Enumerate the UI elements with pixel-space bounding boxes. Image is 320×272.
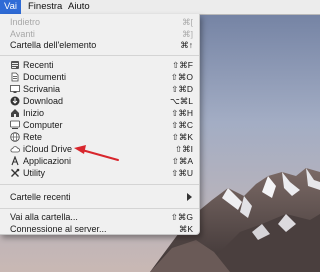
menu-item-home[interactable]: Inizio ⇧⌘H [0, 107, 199, 119]
menu-item-shortcut: ⌘K [178, 224, 193, 234]
menu-item-shortcut: ⇧⌘H [171, 108, 193, 118]
menu-item-label: Scrivania [23, 84, 61, 94]
menu-aiuto[interactable]: Aiuto [64, 0, 94, 14]
menu-separator [0, 55, 199, 56]
menu-item-label: Inizio [23, 108, 45, 118]
menu-item-desktop[interactable]: Scrivania ⇧⌘D [0, 83, 199, 95]
menu-item-shortcut: ⇧⌘G [170, 212, 193, 222]
menu-item-shortcut: ⌘↑ [180, 40, 193, 50]
menu-item-label: Cartelle recenti [10, 192, 71, 202]
documents-icon [11, 72, 19, 82]
menu-item-applications[interactable]: Applicazioni ⇧⌘A [0, 155, 199, 167]
menu-item-network[interactable]: Rete ⇧⌘K [0, 131, 199, 143]
menu-item-label: Computer [23, 120, 63, 130]
menu-item-label: Connessione al server... [10, 224, 107, 234]
downloads-icon [10, 96, 20, 106]
network-icon [10, 132, 20, 142]
go-menu-dropdown: Indietro ⌘[ Avanti ⌘] Cartella dell'elem… [0, 14, 200, 235]
menu-item-label: Cartella dell'elemento [10, 40, 97, 50]
desktop-icon [10, 85, 20, 93]
menu-item-recents[interactable]: Recenti ⇧⌘F [0, 59, 199, 71]
menu-item-icloud-drive[interactable]: iCloud Drive ⇧⌘I [0, 143, 199, 155]
menu-item-label: Rete [23, 132, 43, 142]
utilities-icon [11, 168, 20, 177]
menu-item-computer[interactable]: Computer ⇧⌘C [0, 119, 199, 131]
menu-item-shortcut: ⇧⌘D [171, 84, 193, 94]
menu-item-documents[interactable]: Documenti ⇧⌘O [0, 71, 199, 83]
menu-item-shortcut: ⇧⌘K [171, 132, 193, 142]
menu-finestra[interactable]: Finestra [24, 0, 66, 14]
menu-item-label: Documenti [23, 72, 67, 82]
submenu-arrow-icon [187, 193, 192, 201]
menu-item-shortcut: ⇧⌘I [175, 144, 193, 154]
menu-separator [0, 184, 199, 185]
menu-item-label: Vai alla cartella... [10, 212, 78, 222]
menu-vai[interactable]: Vai [0, 0, 22, 14]
menu-item-connect-server[interactable]: Connessione al server... ⌘K [0, 223, 199, 235]
menu-item-shortcut: ⇧⌘F [172, 60, 193, 70]
menu-item-recent-folders[interactable]: Cartelle recenti [0, 191, 199, 203]
menu-separator [0, 208, 199, 209]
menu-bar: Vai Finestra Aiuto [0, 0, 320, 15]
home-icon [11, 109, 19, 117]
menu-item-shortcut: ⇧⌘O [170, 72, 193, 82]
menu-item-label: Download [23, 96, 64, 106]
menu-item-shortcut: ⇧⌘C [171, 120, 193, 130]
menu-item-label: Utility [23, 168, 45, 178]
menu-item-shortcut: ⌘[ [182, 17, 193, 27]
menu-item-back[interactable]: Indietro ⌘[ [0, 16, 199, 28]
menu-item-label: Indietro [10, 17, 41, 27]
menu-item-label: Recenti [23, 60, 54, 70]
menu-item-go-to-folder[interactable]: Vai alla cartella... ⇧⌘G [0, 211, 199, 223]
recents-icon [11, 61, 19, 69]
icloud-icon [10, 146, 20, 153]
menu-item-shortcut: ⇧⌘A [171, 156, 193, 166]
computer-icon [10, 120, 20, 129]
applications-icon [11, 156, 19, 166]
menu-item-shortcut: ⇧⌘U [171, 168, 193, 178]
menu-item-shortcut: ⌥⌘L [169, 96, 193, 106]
menu-item-downloads[interactable]: Download ⌥⌘L [0, 95, 199, 107]
menu-item-label: Applicazioni [23, 156, 72, 166]
menu-item-enclosing-folder[interactable]: Cartella dell'elemento ⌘↑ [0, 39, 199, 51]
menu-item-label: iCloud Drive [23, 144, 73, 154]
menu-item-utilities[interactable]: Utility ⇧⌘U [0, 167, 199, 179]
